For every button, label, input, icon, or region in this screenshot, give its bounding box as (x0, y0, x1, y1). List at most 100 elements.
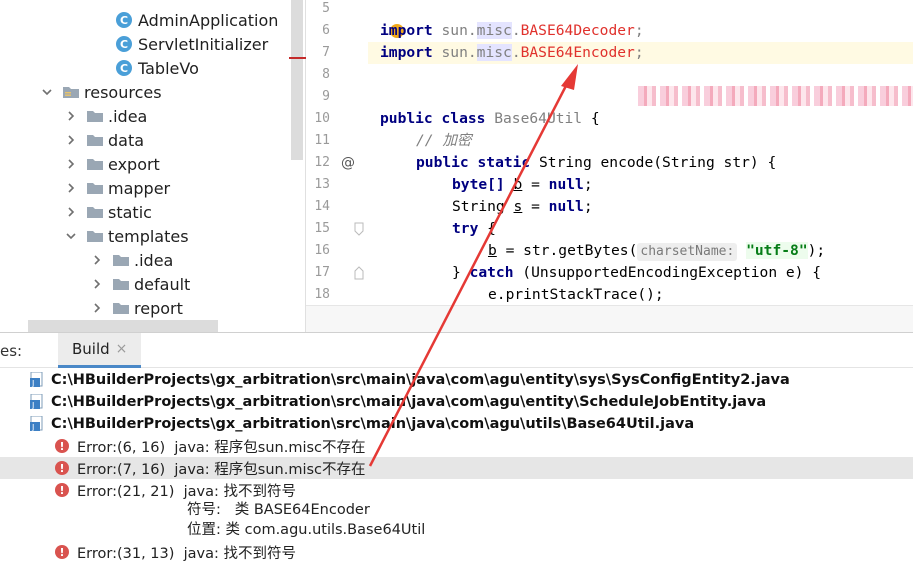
resources-folder-icon (62, 84, 80, 100)
line-number: 11 (314, 133, 330, 148)
line-number: 12 (314, 155, 330, 170)
code-line-17: } catch (UnsupportedEncodingException e)… (452, 264, 822, 281)
error-icon: ! (55, 483, 69, 497)
tree-item-label: .idea (134, 250, 174, 270)
line-number: 6 (322, 23, 330, 38)
tree-horizontal-scrollbar[interactable] (28, 320, 218, 332)
tree-item-adminapplication[interactable]: C AdminApplication (116, 8, 278, 32)
code-line-6: import sun.misc.BASE64Decoder; (380, 22, 644, 39)
line-number: 15 (314, 221, 330, 236)
chevron-right-icon[interactable] (64, 181, 78, 195)
tree-item-tablevo[interactable]: C TableVo (116, 56, 199, 80)
tab-messages-partial[interactable]: es: (0, 342, 22, 360)
chevron-right-icon[interactable] (90, 277, 104, 291)
folder-icon (86, 180, 104, 196)
close-icon[interactable]: × (116, 341, 128, 357)
blurred-region (638, 86, 913, 106)
code-line-10: public class Base64Util { (380, 110, 600, 127)
code-line-11: // 加密 (416, 132, 472, 149)
spring-class-icon: C (116, 12, 132, 28)
error-detail: 符号: 类 BASE64Encoder (187, 502, 370, 518)
code-editor[interactable]: 5 6 7 8 9 10 11 12 13 14 15 16 17 18 @ i… (289, 0, 913, 332)
tree-item-label: static (108, 202, 152, 222)
chevron-right-icon[interactable] (64, 157, 78, 171)
tree-item-label: mapper (108, 178, 171, 198)
code-line-14: String s = null; (452, 198, 593, 215)
line-number: 14 (314, 199, 330, 214)
folder-icon (86, 156, 104, 172)
tree-item-idea[interactable]: .idea (64, 104, 147, 128)
class-icon: C (116, 36, 132, 52)
tree-vertical-scrollbar[interactable] (291, 0, 303, 160)
tree-item-static[interactable]: static (64, 200, 152, 224)
folder-icon (86, 204, 104, 220)
chevron-right-icon[interactable] (64, 133, 78, 147)
error-icon: ! (55, 545, 69, 559)
line-number: 9 (322, 89, 330, 104)
tree-item-label: resources (84, 82, 162, 102)
tree-item-resources[interactable]: resources (40, 80, 162, 104)
java-file-icon: J (30, 371, 46, 388)
folder-icon (112, 252, 130, 268)
java-file-icon: J (30, 415, 46, 432)
chevron-down-icon[interactable] (64, 229, 78, 243)
line-number: 18 (314, 287, 330, 302)
chevron-down-icon[interactable] (40, 85, 54, 99)
tree-item-templates-idea[interactable]: .idea (90, 248, 173, 272)
parameter-hint: charsetName: (637, 243, 738, 261)
tree-item-templates[interactable]: templates (64, 224, 189, 248)
build-file-row[interactable]: J C:\HBuilderProjects\gx_arbitration\src… (0, 369, 913, 391)
build-file-row[interactable]: J C:\HBuilderProjects\gx_arbitration\src… (0, 413, 913, 435)
chevron-right-icon[interactable] (64, 205, 78, 219)
build-file-row[interactable]: J C:\HBuilderProjects\gx_arbitration\src… (0, 391, 913, 413)
tool-window-tabs: es: Build × (0, 332, 913, 368)
build-error-row[interactable]: ! Error:(6, 16) java: 程序包sun.misc不存在 (0, 435, 913, 457)
folder-icon (112, 276, 130, 292)
tab-build[interactable]: Build × (58, 333, 142, 368)
tree-item-report[interactable]: report (90, 296, 183, 320)
line-number: 7 (322, 45, 330, 60)
code-line-12: public static String encode(String str) … (416, 154, 777, 171)
build-error-row[interactable]: ! Error:(21, 21) java: 找不到符号 (0, 479, 913, 501)
tree-item-export[interactable]: export (64, 152, 160, 176)
tree-item-servletinitializer[interactable]: C ServletInitializer (116, 32, 268, 56)
folder-icon (112, 300, 130, 316)
project-tree: C AdminApplication C ServletInitializer … (0, 0, 305, 332)
folder-icon (86, 228, 104, 244)
tree-item-label: AdminApplication (138, 10, 279, 30)
fold-icon[interactable] (354, 222, 364, 236)
override-marker-icon[interactable]: @ (341, 152, 355, 174)
class-icon: C (116, 60, 132, 76)
java-file-icon: J (30, 393, 46, 410)
chevron-right-icon[interactable] (90, 253, 104, 267)
build-error-row-selected[interactable]: ! Error:(7, 16) java: 程序包sun.misc不存在 (0, 457, 913, 479)
error-icon: ! (55, 439, 69, 453)
error-stripe-mark (289, 57, 307, 59)
chevron-right-icon[interactable] (90, 301, 104, 315)
editor-footer (306, 305, 913, 332)
line-number: 5 (322, 1, 330, 16)
tree-item-data[interactable]: data (64, 128, 144, 152)
tab-build-label: Build (72, 340, 110, 358)
code-line-7: import sun.misc.BASE64Encoder; (380, 44, 644, 61)
tree-item-label: data (108, 130, 145, 150)
code-line-18: e.printStackTrace(); (488, 286, 664, 303)
svg-text:J: J (31, 423, 34, 432)
tree-item-mapper[interactable]: mapper (64, 176, 170, 200)
folder-icon (86, 108, 104, 124)
svg-text:J: J (31, 379, 34, 388)
tree-item-label: templates (108, 226, 189, 246)
line-number: 17 (314, 265, 330, 280)
fold-icon[interactable] (354, 266, 364, 280)
tree-item-label: export (108, 154, 160, 174)
build-messages: J C:\HBuilderProjects\gx_arbitration\src… (0, 368, 913, 562)
code-line-13: byte[] b = null; (452, 176, 593, 193)
tree-item-label: ServletInitializer (138, 34, 269, 54)
tree-item-label: report (134, 298, 183, 318)
code-line-15: try { (452, 220, 496, 237)
chevron-right-icon[interactable] (64, 109, 78, 123)
line-number: 10 (314, 111, 330, 126)
tree-item-default[interactable]: default (90, 272, 190, 296)
line-number: 16 (314, 243, 330, 258)
line-number: 8 (322, 67, 330, 82)
